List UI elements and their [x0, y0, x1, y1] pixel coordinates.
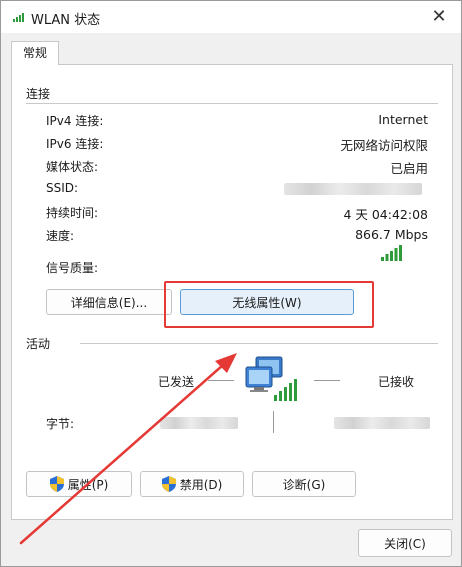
- diagnose-button-label: 诊断(G): [282, 477, 326, 492]
- bytes-separator: [273, 411, 274, 433]
- signal-bars-icon: [381, 245, 402, 261]
- ipv6-label: IPv6 连接:: [46, 137, 104, 151]
- ssid-redacted: [284, 183, 422, 195]
- close-button-label: 关闭(C): [384, 536, 426, 551]
- properties-button-label: 属性(P): [67, 477, 109, 492]
- network-computers-icon: [245, 356, 297, 401]
- window-title: WLAN 状态: [31, 13, 101, 28]
- connection-divider: [26, 103, 438, 104]
- ipv4-value: Internet: [378, 112, 428, 127]
- details-button-label: 详细信息(E)...: [70, 295, 148, 310]
- tab-general[interactable]: 常规: [11, 41, 59, 65]
- duration-label: 持续时间:: [46, 206, 99, 220]
- uac-shield-icon: [49, 476, 64, 492]
- connection-section-header: 连接: [26, 87, 51, 101]
- close-window-button[interactable]: ✕: [425, 4, 453, 30]
- ssid-label: SSID:: [46, 181, 79, 195]
- signal-quality-label: 信号质量:: [46, 261, 99, 275]
- close-button[interactable]: 关闭(C): [358, 529, 452, 557]
- close-icon: ✕: [431, 6, 447, 27]
- media-state-label: 媒体状态:: [46, 160, 99, 174]
- ipv6-value: 无网络访问权限: [340, 138, 428, 153]
- speed-value: 866.7 Mbps: [355, 227, 428, 242]
- bytes-received-redacted: [334, 417, 430, 429]
- media-state-value: 已启用: [390, 161, 428, 176]
- title-bar: WLAN 状态 ✕: [1, 1, 461, 33]
- details-button[interactable]: 详细信息(E)...: [46, 289, 172, 315]
- wlan-status-dialog: WLAN 状态 ✕ 常规 连接 IPv4 连接: Internet IPv6 连…: [0, 0, 462, 567]
- disable-button-label: 禁用(D): [179, 477, 223, 492]
- general-tab-panel: 连接 IPv4 连接: Internet IPv6 连接: 无网络访问权限 媒体…: [11, 64, 453, 520]
- properties-button[interactable]: 属性(P): [26, 471, 132, 497]
- activity-section-header: 活动: [26, 337, 51, 351]
- received-label: 已接收: [378, 375, 415, 389]
- disable-button[interactable]: 禁用(D): [140, 471, 244, 497]
- uac-shield-icon: [161, 476, 176, 492]
- speed-label: 速度:: [46, 229, 75, 243]
- diagnose-button[interactable]: 诊断(G): [252, 471, 356, 497]
- activity-divider: [80, 343, 438, 344]
- sent-line: [208, 380, 234, 381]
- duration-value: 4 天 04:42:08: [343, 207, 428, 222]
- highlight-annotation-box: [164, 281, 374, 328]
- bytes-sent-redacted: [160, 417, 238, 429]
- ipv4-label: IPv4 连接:: [46, 114, 104, 128]
- received-line: [314, 380, 340, 381]
- wifi-signal-icon: [13, 13, 24, 22]
- sent-label: 已发送: [158, 375, 195, 389]
- bytes-label: 字节:: [46, 417, 75, 431]
